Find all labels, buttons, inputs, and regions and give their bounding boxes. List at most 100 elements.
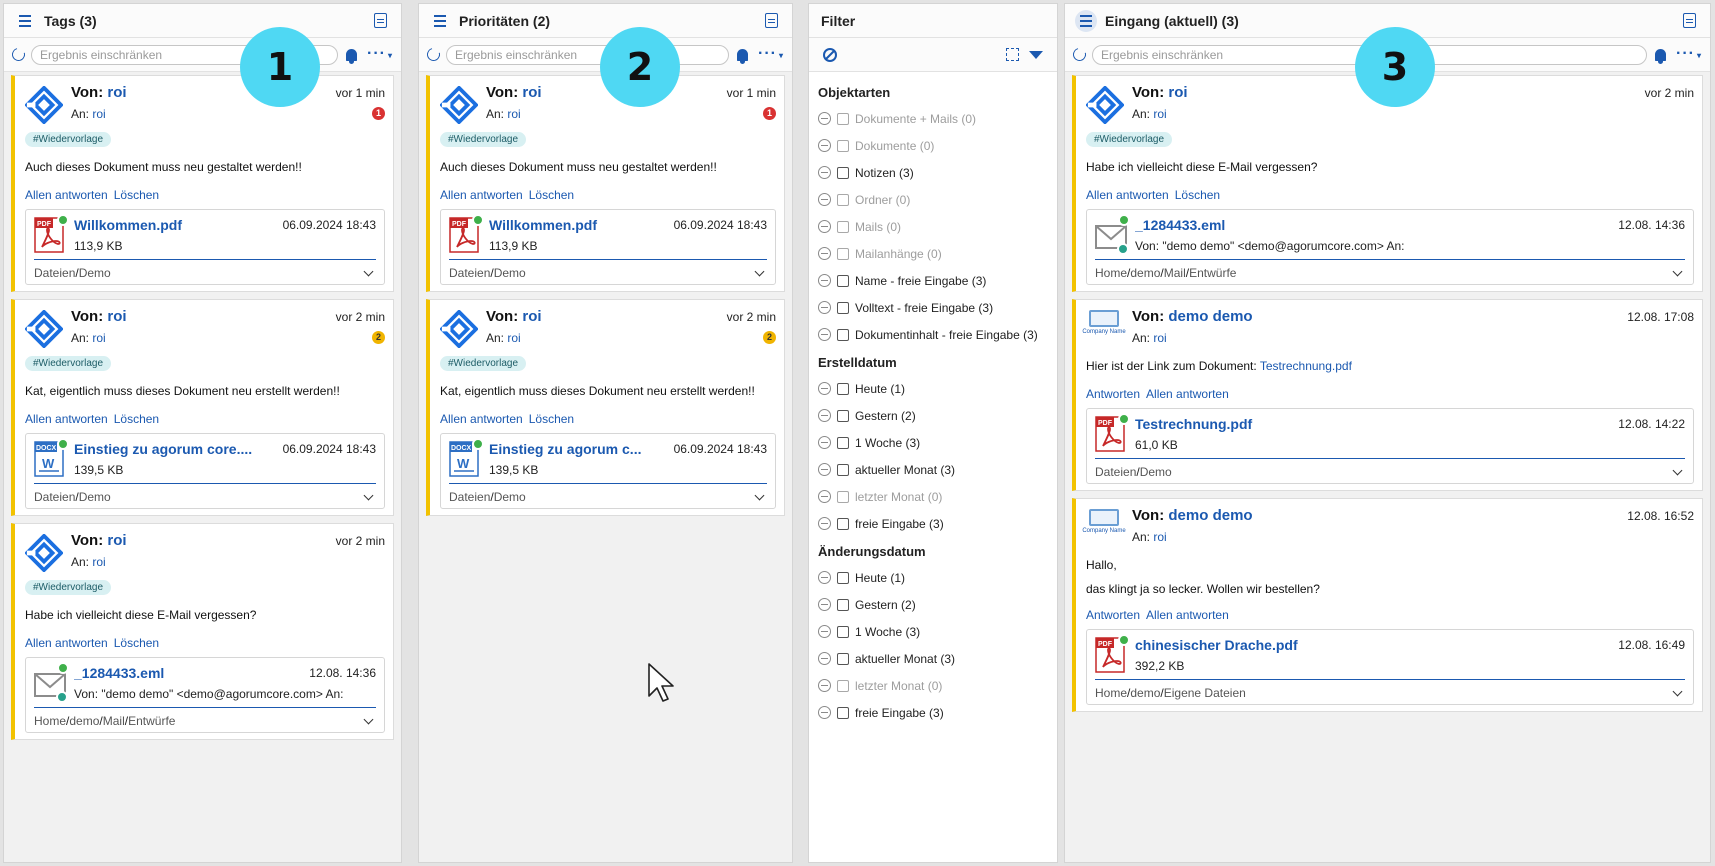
tag-chip[interactable]: #Wiedervorlage bbox=[440, 132, 527, 147]
attachment[interactable]: Willkommen.pdf 113,9 KB 06.09.2024 18:43… bbox=[440, 209, 776, 285]
checkbox[interactable] bbox=[837, 112, 849, 125]
exclude-icon[interactable] bbox=[818, 328, 831, 341]
filter-option[interactable]: Mailanhänge (0) bbox=[818, 240, 1048, 267]
search-input[interactable] bbox=[446, 44, 729, 65]
delete-link[interactable]: Löschen bbox=[114, 412, 159, 426]
reply-all-link[interactable]: Allen antworten bbox=[1086, 188, 1169, 202]
exclude-icon[interactable] bbox=[818, 652, 831, 665]
filter-option[interactable]: aktueller Monat (3) bbox=[818, 456, 1048, 483]
filter-option[interactable]: Mails (0) bbox=[818, 213, 1048, 240]
filter-option[interactable]: Ordner (0) bbox=[818, 186, 1048, 213]
filter-option[interactable]: Gestern (2) bbox=[818, 402, 1048, 429]
checkbox[interactable] bbox=[837, 328, 849, 341]
checkbox[interactable] bbox=[837, 274, 849, 287]
recipient-link[interactable]: roi bbox=[507, 107, 520, 121]
attachment-name[interactable]: Einstieg zu agorum core.... bbox=[74, 441, 276, 457]
checkbox[interactable] bbox=[837, 706, 849, 719]
filter-option[interactable]: 1 Woche (3) bbox=[818, 429, 1048, 456]
exclude-icon[interactable] bbox=[818, 409, 831, 422]
exclude-icon[interactable] bbox=[818, 247, 831, 260]
attachment[interactable]: Einstieg zu agorum c... 139,5 KB 06.09.2… bbox=[440, 433, 776, 509]
document-link[interactable]: Testrechnung.pdf bbox=[1260, 359, 1352, 373]
checkbox[interactable] bbox=[837, 193, 849, 206]
document-icon[interactable] bbox=[374, 13, 387, 28]
filter-option[interactable]: Name - freie Eingabe (3) bbox=[818, 267, 1048, 294]
exclude-icon[interactable] bbox=[818, 706, 831, 719]
exclude-icon[interactable] bbox=[818, 625, 831, 638]
exclude-icon[interactable] bbox=[818, 517, 831, 530]
sender-link[interactable]: roi bbox=[522, 308, 541, 325]
attachment[interactable]: _1284433.eml Von: "demo demo" <demo@agor… bbox=[1086, 209, 1694, 285]
sender-link[interactable]: demo demo bbox=[1168, 308, 1252, 325]
exclude-icon[interactable] bbox=[818, 166, 831, 179]
filter-option[interactable]: 1 Woche (3) bbox=[818, 618, 1048, 645]
filter-option[interactable]: letzter Monat (0) bbox=[818, 483, 1048, 510]
checkbox[interactable] bbox=[837, 382, 849, 395]
checkbox[interactable] bbox=[837, 166, 849, 179]
checkbox[interactable] bbox=[837, 463, 849, 476]
tag-chip[interactable]: #Wiedervorlage bbox=[1086, 132, 1173, 147]
reply-all-link[interactable]: Allen antworten bbox=[25, 636, 108, 650]
filter-option[interactable]: Dokumente + Mails (0) bbox=[818, 105, 1048, 132]
attachment[interactable]: Einstieg zu agorum core.... 139,5 KB 06.… bbox=[25, 433, 385, 509]
filter-option[interactable]: Dokumentinhalt - freie Eingabe (3) bbox=[818, 321, 1048, 348]
exclude-icon[interactable] bbox=[818, 301, 831, 314]
attachment-name[interactable]: Testrechnung.pdf bbox=[1135, 416, 1685, 432]
exclude-icon[interactable] bbox=[818, 436, 831, 449]
filter-option[interactable]: aktueller Monat (3) bbox=[818, 645, 1048, 672]
list-item[interactable]: Company Name Von: demo demo An: roi 12.0… bbox=[1072, 299, 1703, 491]
filter-option[interactable]: freie Eingabe (3) bbox=[818, 510, 1048, 537]
exclude-icon[interactable] bbox=[818, 220, 831, 233]
refresh-icon[interactable] bbox=[9, 45, 28, 64]
checkbox[interactable] bbox=[837, 247, 849, 260]
sender-link[interactable]: roi bbox=[107, 84, 126, 101]
delete-link[interactable]: Löschen bbox=[529, 188, 574, 202]
bell-icon[interactable] bbox=[1655, 48, 1666, 64]
tag-chip[interactable]: #Wiedervorlage bbox=[25, 132, 112, 147]
recipient-link[interactable]: roi bbox=[92, 331, 105, 345]
menu-icon[interactable] bbox=[1075, 9, 1097, 32]
filter-option[interactable]: Gestern (2) bbox=[818, 591, 1048, 618]
filter-option[interactable]: Heute (1) bbox=[818, 375, 1048, 402]
reply-link[interactable]: Antworten bbox=[1086, 608, 1140, 622]
menu-icon[interactable] bbox=[14, 10, 36, 32]
more-icon[interactable]: ··· ▾ bbox=[1676, 45, 1702, 61]
checkbox[interactable] bbox=[837, 652, 849, 665]
list-item[interactable]: Von: roi An: roi vor 1 min 1 #Wiedervorl… bbox=[426, 75, 785, 292]
attachment[interactable]: Testrechnung.pdf 61,0 KB 12.08. 14:22 Da… bbox=[1086, 408, 1694, 484]
checkbox[interactable] bbox=[837, 436, 849, 449]
reply-all-link[interactable]: Allen antworten bbox=[25, 188, 108, 202]
delete-link[interactable]: Löschen bbox=[1175, 188, 1220, 202]
more-icon[interactable]: ··· ▾ bbox=[758, 45, 784, 61]
document-icon[interactable] bbox=[1683, 13, 1696, 28]
checkbox[interactable] bbox=[837, 301, 849, 314]
recipient-link[interactable]: roi bbox=[92, 107, 105, 121]
exclude-icon[interactable] bbox=[818, 598, 831, 611]
clear-filter-icon[interactable] bbox=[823, 47, 837, 62]
checkbox[interactable] bbox=[837, 625, 849, 638]
attachment-name[interactable]: Einstieg zu agorum c... bbox=[489, 441, 667, 457]
tag-chip[interactable]: #Wiedervorlage bbox=[25, 356, 112, 371]
tag-chip[interactable]: #Wiedervorlage bbox=[440, 356, 527, 371]
exclude-icon[interactable] bbox=[818, 382, 831, 395]
sender-link[interactable]: roi bbox=[107, 308, 126, 325]
chevron-down-icon[interactable] bbox=[363, 714, 374, 725]
checkbox[interactable] bbox=[837, 490, 849, 503]
document-icon[interactable] bbox=[765, 13, 778, 28]
select-icon[interactable] bbox=[1006, 48, 1019, 61]
reply-all-link[interactable]: Allen antworten bbox=[1146, 387, 1229, 401]
checkbox[interactable] bbox=[837, 409, 849, 422]
bell-icon[interactable] bbox=[737, 48, 748, 64]
exclude-icon[interactable] bbox=[818, 490, 831, 503]
recipient-link[interactable]: roi bbox=[507, 331, 520, 345]
reply-all-link[interactable]: Allen antworten bbox=[440, 188, 523, 202]
list-item[interactable]: Von: roi An: roi vor 2 min #Wiedervorlag… bbox=[11, 523, 394, 740]
filter-option[interactable]: Heute (1) bbox=[818, 564, 1048, 591]
reply-link[interactable]: Antworten bbox=[1086, 387, 1140, 401]
attachment-name[interactable]: _1284433.eml bbox=[1135, 217, 1685, 233]
attachment[interactable]: _1284433.eml Von: "demo demo" <demo@agor… bbox=[25, 657, 385, 733]
list-item[interactable]: Von: roi An: roi vor 2 min 2 #Wiedervorl… bbox=[426, 299, 785, 516]
exclude-icon[interactable] bbox=[818, 112, 831, 125]
exclude-icon[interactable] bbox=[818, 571, 831, 584]
reply-all-link[interactable]: Allen antworten bbox=[440, 412, 523, 426]
